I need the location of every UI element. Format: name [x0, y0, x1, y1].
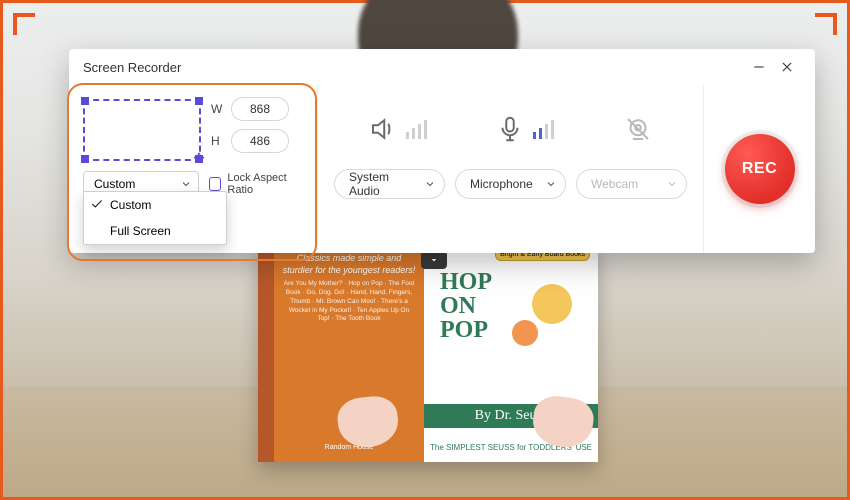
webcam-select[interactable]: Webcam	[576, 169, 687, 199]
capture-region-section: W H Custom	[69, 85, 317, 253]
record-section: REC	[703, 85, 815, 253]
minimize-button[interactable]	[745, 53, 773, 81]
webcam-off-icon	[623, 114, 653, 144]
lock-aspect-label: Lock Aspect Ratio	[227, 172, 305, 196]
frame-edge-handle[interactable]	[421, 251, 447, 269]
titlebar: Screen Recorder	[69, 49, 815, 85]
height-input[interactable]	[231, 129, 289, 153]
capture-mode-dropdown: Custom Full Screen	[83, 191, 227, 245]
book-publisher: Random House	[282, 443, 416, 452]
close-button[interactable]	[773, 53, 801, 81]
move-icon	[191, 151, 207, 167]
chevron-down-icon	[180, 178, 192, 190]
checkbox-icon	[209, 177, 222, 191]
chevron-down-icon	[424, 178, 436, 190]
width-label: W	[211, 102, 225, 116]
width-input[interactable]	[231, 97, 289, 121]
chevron-down-icon	[545, 178, 557, 190]
chevron-down-icon	[666, 178, 678, 190]
book-tagline: Classics made simple and sturdier for th…	[282, 252, 416, 276]
region-preview[interactable]	[83, 99, 201, 161]
book-title-line: POP	[440, 317, 488, 343]
capture-mode-option-custom[interactable]: Custom	[84, 192, 226, 218]
height-label: H	[211, 134, 225, 148]
record-button[interactable]: REC	[725, 134, 795, 204]
window-title: Screen Recorder	[83, 60, 181, 75]
speaker-icon	[368, 114, 398, 144]
microphone-icon	[495, 114, 525, 144]
screen-recorder-panel: Screen Recorder	[69, 49, 815, 253]
system-audio-indicator	[368, 114, 427, 144]
frame-corner	[13, 13, 35, 35]
frame-corner	[815, 13, 837, 35]
webcam-indicator	[623, 114, 653, 144]
check-icon	[90, 197, 104, 211]
microphone-select[interactable]: Microphone	[455, 169, 566, 199]
microphone-indicator	[495, 114, 554, 144]
system-audio-select[interactable]: System Audio	[334, 169, 445, 199]
capture-mode-option-fullscreen[interactable]: Full Screen	[84, 218, 226, 244]
sources-section: System Audio Microphone Webcam	[317, 85, 703, 253]
capture-mode-value: Custom	[94, 177, 135, 191]
capture-frame: Classics made simple and sturdier for th…	[0, 0, 850, 500]
book-title-line: HOP	[440, 269, 492, 295]
book-title-line: ON	[440, 293, 476, 319]
